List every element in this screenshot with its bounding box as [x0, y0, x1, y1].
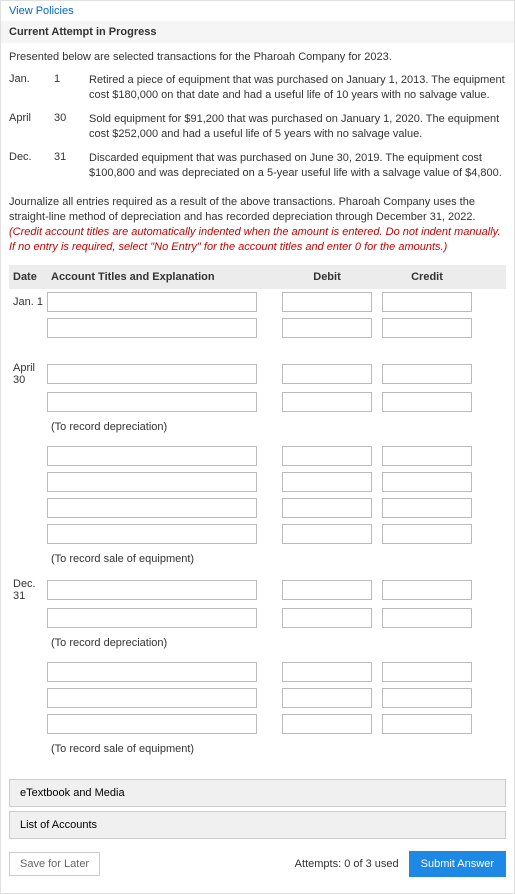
view-policies-link[interactable]: View Policies [9, 5, 74, 17]
bottom-bar: Save for Later Attempts: 0 of 3 used Sub… [1, 845, 514, 883]
credit-input[interactable] [382, 392, 472, 412]
hdr-accounts: Account Titles and Explanation [47, 271, 277, 283]
credit-input[interactable] [382, 714, 472, 734]
table-row [9, 605, 506, 631]
debit-input[interactable] [282, 608, 372, 628]
debit-input[interactable] [282, 292, 372, 312]
entry-header-row: Date Account Titles and Explanation Debi… [9, 265, 506, 289]
account-input[interactable] [47, 392, 257, 412]
hdr-date: Date [9, 271, 47, 283]
hdr-debit: Debit [277, 271, 377, 283]
credit-input[interactable] [382, 318, 472, 338]
account-input[interactable] [47, 472, 257, 492]
account-input[interactable] [47, 608, 257, 628]
date-dec31: Dec. 31 [9, 578, 47, 602]
credit-input[interactable] [382, 498, 472, 518]
debit-input[interactable] [282, 714, 372, 734]
journalize-instructions: Journalize all entries required as a res… [9, 195, 506, 254]
table-row: Jan. 1 [9, 289, 506, 315]
content-area: Presented below are selected transaction… [1, 43, 514, 773]
list-of-accounts-button[interactable]: List of Accounts [9, 811, 506, 839]
intro-text: Presented below are selected transaction… [9, 51, 506, 63]
table-row [9, 495, 506, 521]
account-input[interactable] [47, 688, 257, 708]
debit-input[interactable] [282, 580, 372, 600]
table-row [9, 443, 506, 469]
credit-input[interactable] [382, 662, 472, 682]
debit-input[interactable] [282, 318, 372, 338]
footer-panel: eTextbook and Media List of Accounts [9, 779, 506, 839]
account-input[interactable] [47, 662, 257, 682]
table-row [9, 521, 506, 547]
credit-input[interactable] [382, 446, 472, 466]
journal-entry-area: Date Account Titles and Explanation Debi… [9, 265, 506, 765]
credit-input[interactable] [382, 364, 472, 384]
account-input[interactable] [47, 292, 257, 312]
account-input[interactable] [47, 714, 257, 734]
save-for-later-button[interactable]: Save for Later [9, 852, 100, 876]
debit-input[interactable] [282, 498, 372, 518]
debit-input[interactable] [282, 446, 372, 466]
debit-input[interactable] [282, 524, 372, 544]
main-container: View Policies Current Attempt in Progres… [0, 0, 515, 894]
hdr-credit: Credit [377, 271, 477, 283]
account-input[interactable] [47, 580, 257, 600]
link-bar: View Policies [1, 1, 514, 21]
instr-plain: Journalize all entries required as a res… [9, 196, 476, 223]
attempts-text: Attempts: 0 of 3 used [295, 858, 399, 870]
debit-input[interactable] [282, 364, 372, 384]
table-row [9, 469, 506, 495]
trans-month: Dec. [9, 151, 44, 182]
trans-desc: Sold equipment for $91,200 that was purc… [89, 112, 506, 143]
table-row [9, 685, 506, 711]
date-jan1: Jan. 1 [9, 296, 47, 308]
trans-month: Jan. [9, 73, 44, 104]
date-apr30: April 30 [9, 362, 47, 386]
note-sale: (To record sale of equipment) [9, 547, 506, 575]
debit-input[interactable] [282, 662, 372, 682]
trans-day: 1 [54, 73, 79, 104]
credit-input[interactable] [382, 292, 472, 312]
credit-input[interactable] [382, 688, 472, 708]
debit-input[interactable] [282, 472, 372, 492]
table-row [9, 315, 506, 341]
table-row [9, 389, 506, 415]
account-input[interactable] [47, 524, 257, 544]
credit-input[interactable] [382, 580, 472, 600]
table-row [9, 659, 506, 685]
trans-month: April [9, 112, 44, 143]
account-input[interactable] [47, 318, 257, 338]
debit-input[interactable] [282, 392, 372, 412]
trans-day: 31 [54, 151, 79, 182]
account-input[interactable] [47, 364, 257, 384]
trans-desc: Discarded equipment that was purchased o… [89, 151, 506, 182]
etextbook-button[interactable]: eTextbook and Media [9, 779, 506, 807]
table-row [9, 711, 506, 737]
trans-day: 30 [54, 112, 79, 143]
credit-input[interactable] [382, 608, 472, 628]
submit-answer-button[interactable]: Submit Answer [409, 851, 506, 877]
instr-red: (Credit account titles are automatically… [9, 226, 500, 253]
table-row: April 30 [9, 359, 506, 389]
note-depreciation: (To record depreciation) [9, 415, 506, 443]
table-row: Dec. 31 [9, 575, 506, 605]
credit-input[interactable] [382, 524, 472, 544]
account-input[interactable] [47, 446, 257, 466]
trans-desc: Retired a piece of equipment that was pu… [89, 73, 506, 104]
note-depreciation: (To record depreciation) [9, 631, 506, 659]
transactions-table: Jan. 1 Retired a piece of equipment that… [9, 73, 506, 181]
debit-input[interactable] [282, 688, 372, 708]
account-input[interactable] [47, 498, 257, 518]
credit-input[interactable] [382, 472, 472, 492]
status-bar: Current Attempt in Progress [1, 21, 514, 43]
